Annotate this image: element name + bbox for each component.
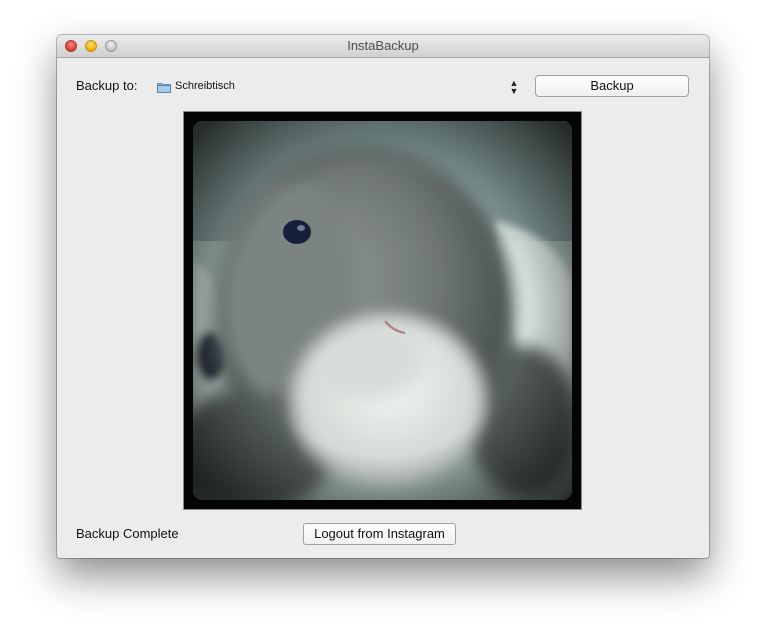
instagram-photo bbox=[193, 121, 572, 500]
photo-frame bbox=[183, 111, 582, 510]
destination-popup[interactable]: Schreibtisch ▲ ▼ bbox=[155, 78, 519, 98]
backup-button[interactable]: Backup bbox=[535, 75, 689, 97]
backup-to-label: Backup to: bbox=[76, 78, 138, 93]
title-bar[interactable]: InstaBackup bbox=[57, 35, 709, 58]
window-title: InstaBackup bbox=[347, 38, 419, 53]
folder-icon bbox=[157, 83, 171, 93]
app-window: InstaBackup Backup to: Schreibtisch ▲ ▼ B… bbox=[57, 35, 709, 558]
popup-arrows-icon: ▲ ▼ bbox=[509, 78, 519, 96]
destination-value: Schreibtisch bbox=[175, 80, 235, 92]
logout-button[interactable]: Logout from Instagram bbox=[303, 523, 456, 545]
status-text: Backup Complete bbox=[76, 526, 179, 541]
rabbit-photo-image bbox=[193, 121, 572, 500]
